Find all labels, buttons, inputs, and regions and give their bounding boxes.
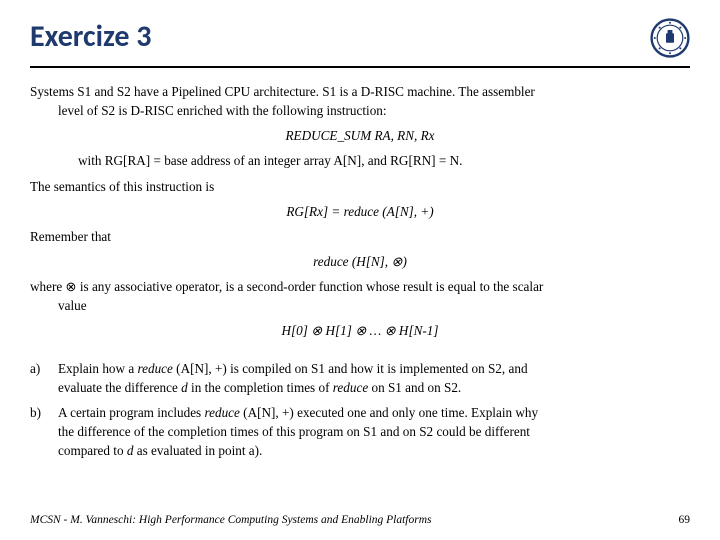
question-a: a) Explain how a reduce (A[N], +) is com… [30,359,690,397]
text: on S1 and on S2. [368,380,461,395]
question-text: A certain program includes reduce (A[N],… [58,403,690,460]
paragraph-intro: Systems S1 and S2 have a Pipelined CPU a… [30,82,690,120]
text: (A[N], +) executed one and only one time… [240,405,538,420]
text: reduce [204,405,239,420]
paragraph-remember: Remember that [30,227,690,246]
question-label: b) [30,403,58,460]
slide-header: Exercize 3 [30,18,690,68]
question-b: b) A certain program includes reduce (A[… [30,403,690,460]
text: level of S2 is D-RISC enriched with the … [30,101,387,120]
questions-list: a) Explain how a reduce (A[N], +) is com… [30,359,690,461]
instruction-line: REDUCE_SUM RA, RN, Rx [30,126,690,145]
text: Systems S1 and S2 have a Pipelined CPU a… [30,84,535,99]
text: A certain program includes [58,405,204,420]
text: reduce [137,361,176,376]
university-seal-icon [650,18,690,58]
semantics-line: RG[Rx] = reduce (A[N], +) [30,202,690,221]
text: Explain how a [58,361,137,376]
slide-body: Systems S1 and S2 have a Pipelined CPU a… [30,82,690,460]
page-number: 69 [679,514,691,526]
question-label: a) [30,359,58,397]
slide: Exercize 3 Systems S1 and S2 have a Pipe… [0,0,720,540]
paragraph-rg: with RG[RA] = base address of an integer… [30,151,690,170]
text: the difference of the completion times o… [58,424,530,439]
text: reduce [333,380,368,395]
text: in the completion times of [188,380,333,395]
text: d [181,380,188,395]
text: where ⊗ is any associative operator, is … [30,279,543,294]
paragraph-where: where ⊗ is any associative operator, is … [30,277,690,315]
text: value [30,296,87,315]
slide-footer: MCSN - M. Vanneschi: High Performance Co… [30,514,690,526]
text: evaluate the difference [58,380,181,395]
footer-text: MCSN - M. Vanneschi: High Performance Co… [30,514,432,526]
paragraph-semantics: The semantics of this instruction is [30,177,690,196]
question-text: Explain how a reduce (A[N], +) is compil… [58,359,690,397]
text: as evaluated in point a). [133,443,262,458]
reduce-chain: H[0] ⊗ H[1] ⊗ … ⊗ H[N-1] [30,321,690,340]
slide-title: Exercize 3 [30,18,151,55]
text: (A[N], +) is compiled on S1 and how it i… [176,361,527,376]
reduce-def: reduce (H[N], ⊗) [30,252,690,271]
text: compared to [58,443,127,458]
